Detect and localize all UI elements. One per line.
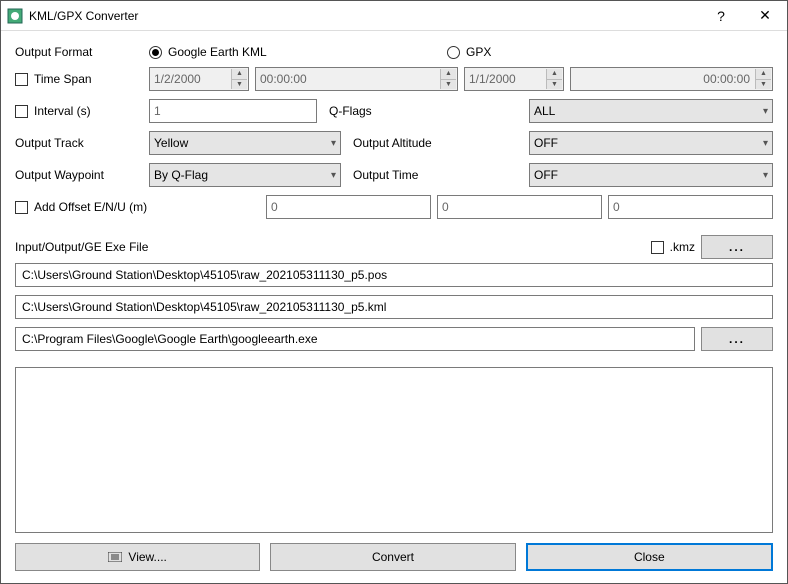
spin-icon: ▲▼ xyxy=(546,69,562,89)
offset-label: Add Offset E/N/U (m) xyxy=(34,200,147,214)
interval-label: Interval (s) xyxy=(34,104,91,118)
view-icon xyxy=(108,552,122,562)
output-track-label: Output Track xyxy=(15,136,143,150)
output-time-select[interactable]: OFF ▾ xyxy=(529,163,773,187)
app-icon xyxy=(7,8,23,24)
timespan-date1[interactable]: 1/2/2000 ▲▼ xyxy=(149,67,249,91)
output-waypoint-select[interactable]: By Q-Flag ▾ xyxy=(149,163,341,187)
radio-gpx[interactable] xyxy=(447,46,460,59)
close-button-label: Close xyxy=(634,550,665,564)
offset-e-field[interactable] xyxy=(266,195,431,219)
interval-field[interactable] xyxy=(149,99,317,123)
output-altitude-select[interactable]: OFF ▾ xyxy=(529,131,773,155)
close-button[interactable]: Close xyxy=(526,543,773,571)
timespan-time1[interactable]: 00:00:00 ▲▼ xyxy=(255,67,458,91)
chevron-down-icon: ▾ xyxy=(331,164,336,186)
qflags-select[interactable]: ALL ▾ xyxy=(529,99,773,123)
exe-file-field[interactable] xyxy=(15,327,695,351)
close-window-button[interactable]: ✕ xyxy=(743,1,787,31)
offset-u-field[interactable] xyxy=(608,195,773,219)
content-area: Output Format Google Earth KML GPX Time … xyxy=(1,31,787,583)
dialog-window: KML/GPX Converter ? ✕ Output Format Goog… xyxy=(0,0,788,584)
window-title: KML/GPX Converter xyxy=(29,9,699,23)
output-waypoint-label: Output Waypoint xyxy=(15,168,143,182)
timespan-date2[interactable]: 1/1/2000 ▲▼ xyxy=(464,67,564,91)
output-file-field[interactable] xyxy=(15,295,773,319)
output-time-label: Output Time xyxy=(347,168,477,182)
input-file-field[interactable] xyxy=(15,263,773,287)
help-button[interactable]: ? xyxy=(699,1,743,31)
chevron-down-icon: ▾ xyxy=(763,132,768,154)
log-area xyxy=(15,367,773,533)
timespan-checkbox[interactable] xyxy=(15,73,28,86)
offset-n-field[interactable] xyxy=(437,195,602,219)
radio-kml-label: Google Earth KML xyxy=(168,45,267,59)
browse-input-button[interactable]: ... xyxy=(701,235,773,259)
browse-exe-button[interactable]: ... xyxy=(701,327,773,351)
convert-button-label: Convert xyxy=(372,550,414,564)
output-altitude-label: Output Altitude xyxy=(347,136,477,150)
convert-button[interactable]: Convert xyxy=(270,543,515,571)
radio-kml[interactable] xyxy=(149,46,162,59)
view-button-label: View.... xyxy=(128,550,166,564)
chevron-down-icon: ▾ xyxy=(331,132,336,154)
view-button[interactable]: View.... xyxy=(15,543,260,571)
qflags-label: Q-Flags xyxy=(323,104,453,118)
interval-checkbox[interactable] xyxy=(15,105,28,118)
spin-icon: ▲▼ xyxy=(755,69,771,89)
chevron-down-icon: ▾ xyxy=(763,164,768,186)
spin-icon: ▲▼ xyxy=(440,69,456,89)
offset-checkbox[interactable] xyxy=(15,201,28,214)
timespan-label: Time Span xyxy=(34,72,92,86)
kmz-checkbox[interactable] xyxy=(651,241,664,254)
spin-icon: ▲▼ xyxy=(231,69,247,89)
output-format-label: Output Format xyxy=(15,45,143,59)
titlebar: KML/GPX Converter ? ✕ xyxy=(1,1,787,31)
radio-gpx-label: GPX xyxy=(466,45,491,59)
chevron-down-icon: ▾ xyxy=(763,100,768,122)
kmz-label: .kmz xyxy=(670,240,695,254)
timespan-time2[interactable]: 00:00:00 ▲▼ xyxy=(570,67,773,91)
io-label: Input/Output/GE Exe File xyxy=(15,240,645,254)
output-track-select[interactable]: Yellow ▾ xyxy=(149,131,341,155)
